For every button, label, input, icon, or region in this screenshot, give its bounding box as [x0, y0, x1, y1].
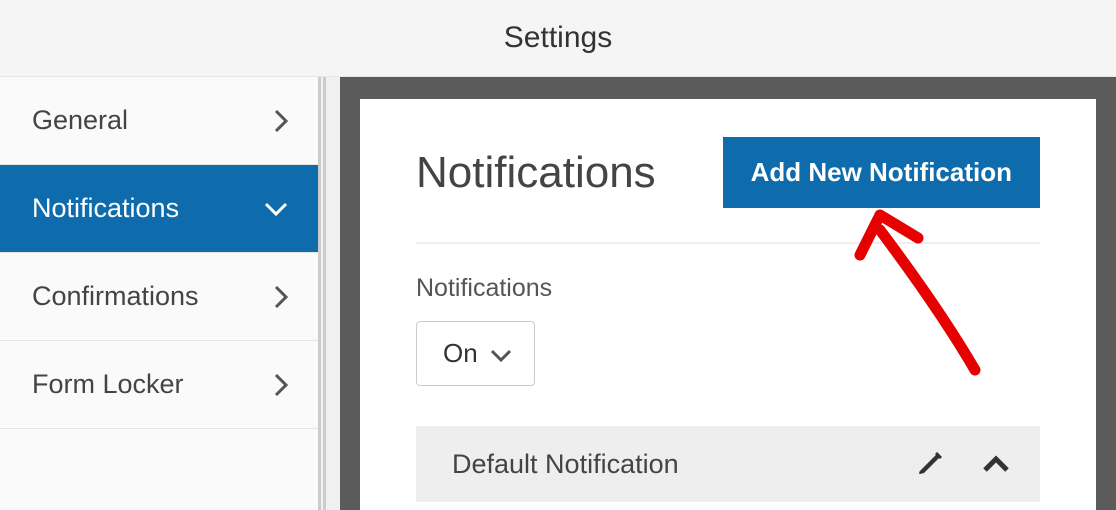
- chevron-down-icon: [264, 202, 288, 216]
- chevron-down-icon: [490, 338, 512, 369]
- column-resizer[interactable]: [318, 77, 340, 510]
- toggle-value: On: [443, 338, 478, 369]
- row-actions: [916, 450, 1010, 478]
- chevron-up-icon[interactable]: [982, 455, 1010, 473]
- notifications-toggle-select[interactable]: On: [416, 321, 535, 386]
- notification-row[interactable]: Default Notification: [416, 426, 1040, 502]
- panel-header: Notifications Add New Notification: [416, 137, 1040, 244]
- page-title: Settings: [504, 21, 612, 55]
- sidebar-item-label: Notifications: [32, 193, 179, 224]
- add-new-notification-button[interactable]: Add New Notification: [723, 137, 1040, 208]
- sidebar-item-notifications[interactable]: Notifications: [0, 165, 318, 253]
- main-area: General Notifications Confirmations Form…: [0, 77, 1116, 510]
- sidebar-item-general[interactable]: General: [0, 77, 318, 165]
- sidebar-item-confirmations[interactable]: Confirmations: [0, 253, 318, 341]
- chevron-right-icon: [274, 285, 288, 309]
- chevron-right-icon: [274, 373, 288, 397]
- edit-icon[interactable]: [916, 450, 944, 478]
- sidebar-item-label: Confirmations: [32, 281, 199, 312]
- toggle-label: Notifications: [416, 274, 1040, 303]
- content-frame: Notifications Add New Notification Notif…: [340, 77, 1116, 510]
- chevron-right-icon: [274, 109, 288, 133]
- panel: Notifications Add New Notification Notif…: [360, 99, 1096, 510]
- sidebar-item-form-locker[interactable]: Form Locker: [0, 341, 318, 429]
- sidebar-item-label: Form Locker: [32, 369, 184, 400]
- panel-title: Notifications: [416, 148, 656, 198]
- top-bar: Settings: [0, 0, 1116, 77]
- sidebar-item-label: General: [32, 105, 128, 136]
- sidebar: General Notifications Confirmations Form…: [0, 77, 318, 510]
- notification-row-title: Default Notification: [452, 449, 916, 480]
- toggle-section: Notifications On: [416, 274, 1040, 386]
